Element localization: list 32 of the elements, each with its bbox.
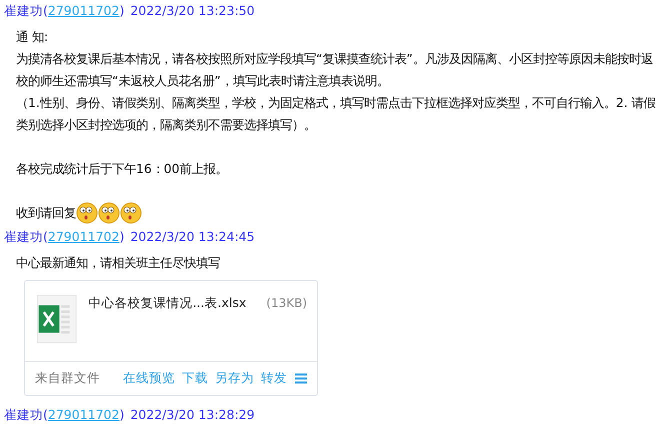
menu-icon[interactable] — [295, 373, 307, 384]
surprised-emoji-icon — [76, 202, 98, 224]
qq-number-link[interactable]: 279011702 — [48, 228, 120, 246]
parenthesis: ( — [43, 2, 48, 20]
parenthesis: ( — [43, 228, 48, 246]
parenthesis: ( — [43, 406, 48, 424]
message-text: 为摸清各校复课后基本情况，请各校按照所对应学段填写“复课摸查统计表”。凡涉及因隔离、小区封控等原因未能按时返校的师生还需填写“未返校人员花名册”，填写此表时请注意填表说明。 — [16, 50, 654, 90]
file-size: (13KB) — [266, 296, 307, 312]
surprised-emoji-icon — [120, 202, 142, 224]
message-text: （1.性别、身份、请假类别、隔离类型，学校，为固定格式，填写时需点击下拉框选择对应类型，不可自行输入。2. 请假类别选择小区封控选项的，隔离类别不需要选择填写）。 — [16, 94, 657, 134]
message-time: 2022/3/20 13:24:45 — [130, 228, 255, 246]
message-text: 中心最新通知，请相关班主任尽快填写 — [16, 254, 220, 272]
parenthesis: ) — [119, 2, 124, 20]
message-text: 通 知: — [16, 28, 48, 46]
message-time: 2022/3/20 13:28:29 — [130, 406, 255, 424]
file-name[interactable]: 中心各校复课情况...表.xlsx — [88, 295, 246, 347]
surprised-emoji-icon — [98, 202, 120, 224]
sender-name: 崔建功 — [4, 2, 43, 20]
parenthesis: ) — [119, 228, 124, 246]
sender-name: 崔建功 — [4, 406, 43, 424]
message-time: 2022/3/20 13:23:50 — [130, 2, 255, 20]
file-action-link[interactable]: 下载 — [182, 370, 208, 387]
message-text: 收到请回复 — [16, 204, 76, 222]
parenthesis: ) — [119, 406, 124, 424]
qq-number-link[interactable]: 279011702 — [48, 2, 120, 20]
file-action-link[interactable]: 转发 — [261, 370, 287, 387]
file-source: 来自群文件 — [35, 370, 101, 387]
sender-name: 崔建功 — [4, 228, 43, 246]
qq-number-link[interactable]: 279011702 — [48, 406, 120, 424]
message-text: 各校完成统计后于下午16：00前上报。 — [16, 160, 228, 178]
file-action-link[interactable]: 在线预览 — [123, 370, 175, 387]
file-action-link[interactable]: 另存为 — [215, 370, 254, 387]
